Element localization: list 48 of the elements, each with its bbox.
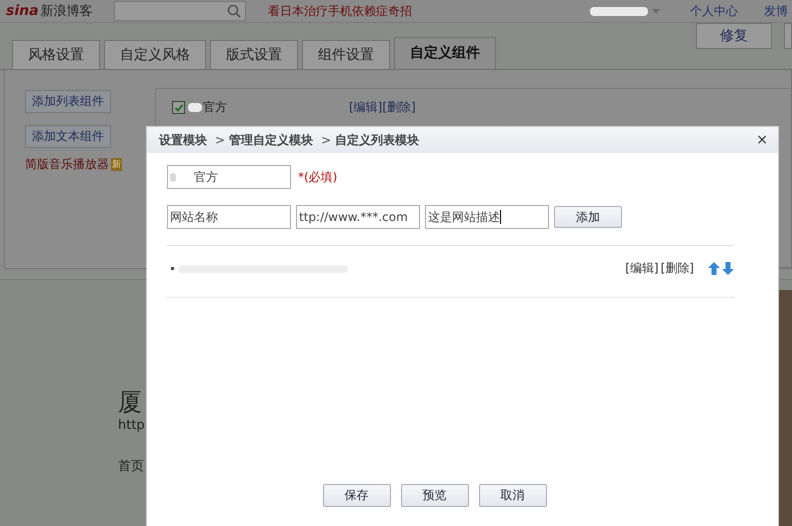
tab[interactable]: 版式设置	[210, 40, 298, 69]
close-button[interactable]: ×	[752, 132, 772, 148]
input-field[interactable]: 这是网站描述	[425, 205, 549, 229]
site-name: 新浪博客	[40, 3, 93, 20]
input-field[interactable]: ttp://www.***.com	[296, 205, 420, 229]
dialog-button[interactable]: 取消	[478, 484, 546, 507]
redacted-username	[590, 6, 648, 16]
component-name: 官方	[203, 99, 227, 116]
tab[interactable]: 自定义风格	[104, 40, 206, 69]
breadcrumb-separator: >	[321, 133, 332, 147]
logo-mark: sina	[6, 3, 39, 19]
top-link[interactable]: 发博	[764, 2, 788, 20]
blog-title: 厦	[118, 387, 143, 418]
search-icon[interactable]	[227, 4, 241, 18]
up-arrow-icon[interactable]	[708, 262, 720, 275]
add-component-button[interactable]: 添加列表组件	[25, 90, 111, 113]
cut-off-button[interactable]	[784, 23, 792, 49]
action-link[interactable]: [删除]	[660, 260, 694, 277]
breadcrumb-item[interactable]: 设置模块	[159, 132, 207, 148]
breadcrumb-separator: >	[215, 133, 226, 147]
add-button[interactable]: 添加	[554, 206, 622, 228]
new-badge: 新	[111, 158, 122, 171]
redacted-text	[170, 172, 176, 182]
music-player-link[interactable]: 简版音乐播放器	[25, 156, 109, 173]
caret-icon[interactable]	[652, 8, 660, 14]
action-link[interactable]: [编辑]	[349, 100, 382, 114]
top-link[interactable]: 个人中心	[690, 2, 738, 20]
down-arrow-icon[interactable]	[722, 262, 734, 275]
repair-button[interactable]: 修复	[696, 23, 772, 49]
tab[interactable]: 组件设置	[302, 40, 390, 69]
redacted-text	[188, 103, 202, 112]
add-component-button[interactable]: 添加文本组件	[25, 125, 111, 148]
tab[interactable]: 风格设置	[12, 40, 100, 69]
action-link[interactable]: [删除]	[382, 100, 416, 114]
breadcrumb-item: 自定义列表模块	[335, 132, 420, 148]
tab[interactable]: 自定义组件	[394, 37, 496, 69]
dialog-button[interactable]: 预览	[400, 484, 468, 507]
bullet-icon	[171, 267, 174, 270]
action-link[interactable]: [编辑]	[625, 260, 659, 277]
checkbox[interactable]	[172, 101, 185, 114]
required-note: *(必填)	[298, 168, 338, 186]
ad-link[interactable]: 看日本治疗手机依赖症奇招	[268, 2, 412, 20]
name-field[interactable]: 官方	[167, 165, 291, 189]
input-field[interactable]: 网站名称	[167, 205, 291, 229]
blog-url: http	[118, 418, 146, 433]
dialog-button[interactable]: 保存	[322, 484, 390, 507]
search-field[interactable]	[114, 1, 246, 21]
breadcrumb-item[interactable]: 管理自定义模块	[229, 132, 314, 148]
